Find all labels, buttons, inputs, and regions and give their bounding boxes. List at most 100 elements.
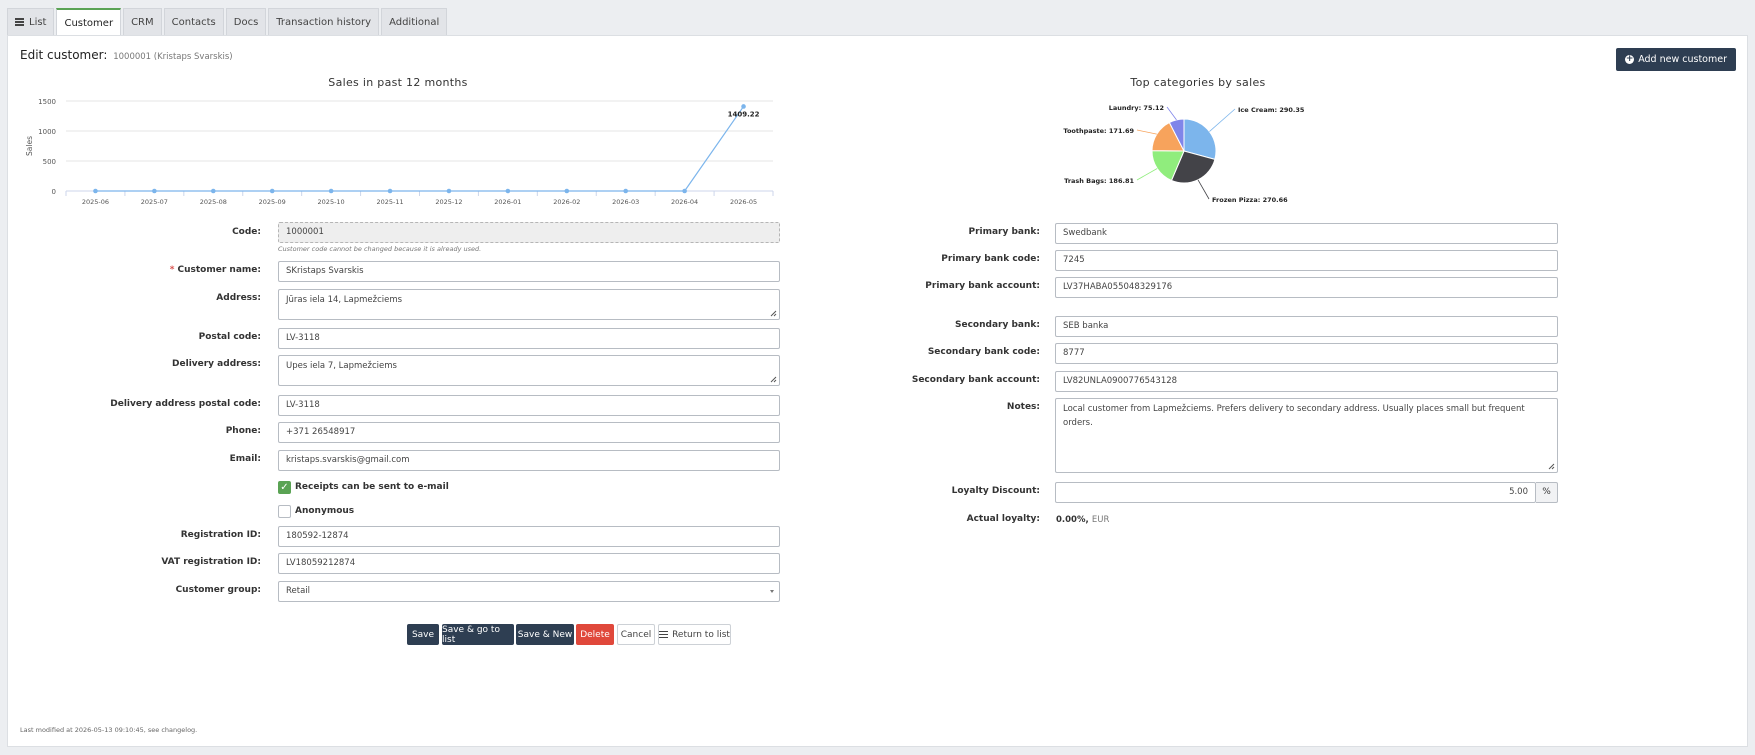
code-label: Code:: [232, 227, 261, 237]
required-marker: *: [169, 265, 175, 275]
tab-label: Customer: [64, 17, 114, 29]
add-new-customer-label: Add new customer: [1638, 54, 1727, 65]
pie-label: Trash Bags: 186.81: [1064, 177, 1134, 185]
data-point: [564, 188, 570, 194]
x-tick-label: 2026-05: [730, 198, 757, 206]
code-field: 1000001: [278, 222, 780, 243]
tab-label: Docs: [233, 16, 259, 28]
y-tick-label: 0: [52, 188, 56, 196]
x-tick-label: 2026-01: [494, 198, 521, 206]
primary-bank-code-input[interactable]: 7245: [1055, 250, 1558, 271]
primary-bank-account-label: Primary bank account:: [925, 281, 1040, 291]
notes-value: Local customer from Lapmežciems. Prefers…: [1063, 404, 1525, 428]
secondary-bank-account-label: Secondary bank account:: [911, 375, 1040, 385]
loyalty-discount-input[interactable]: 5.00: [1055, 482, 1536, 503]
save-new-button[interactable]: Save & New: [516, 624, 574, 645]
y-tick-label: 500: [43, 158, 56, 166]
email-input[interactable]: kristaps.svarskis@gmail.com: [278, 450, 780, 471]
data-point: [741, 104, 746, 109]
address-label: Address:: [216, 293, 261, 303]
data-point: [623, 188, 629, 194]
actual-loyalty-label: Actual loyalty:: [966, 514, 1040, 524]
x-tick-label: 2025-07: [141, 198, 168, 206]
vat-registration-id-label: VAT registration ID:: [161, 557, 261, 567]
data-point: [387, 188, 393, 194]
primary-bank-code-label: Primary bank code:: [941, 254, 1040, 264]
page-title: Edit customer: 1000001 (Kristaps Svarski…: [20, 48, 233, 62]
tab-label: List: [29, 16, 47, 28]
email-label: Email:: [229, 454, 261, 464]
tab-docs[interactable]: Docs: [225, 8, 267, 35]
add-new-customer-button[interactable]: + Add new customer: [1616, 48, 1736, 71]
customer-group-select[interactable]: Retail: [278, 581, 780, 602]
delete-button[interactable]: Delete: [576, 624, 614, 645]
phone-input[interactable]: +371 26548917: [278, 422, 780, 443]
delivery-postal-code-input[interactable]: LV-3118: [278, 395, 780, 416]
list-icon: [659, 629, 669, 640]
actual-loyalty-value: 0.00%,: [1056, 515, 1089, 525]
delivery-address-textarea[interactable]: Upes iela 7, Lapmežciems: [278, 355, 780, 386]
secondary-bank-account-input[interactable]: LV82UNLA0900776543128: [1055, 371, 1558, 392]
tab-customer[interactable]: Customer: [56, 8, 122, 36]
pie-label: Frozen Pizza: 270.66: [1212, 196, 1288, 204]
data-point: [682, 188, 687, 194]
y-axis-label: Sales: [25, 136, 34, 156]
registration-id-label: Registration ID:: [180, 530, 261, 540]
resize-grip-icon[interactable]: [769, 375, 777, 383]
tab-label: Contacts: [171, 16, 216, 28]
secondary-bank-input[interactable]: SEB banka: [1055, 316, 1558, 337]
x-tick-label: 2026-04: [671, 198, 698, 206]
chevron-down-icon: [770, 590, 774, 593]
resize-grip-icon[interactable]: [1547, 462, 1555, 470]
data-point: [269, 188, 275, 194]
page-subtitle: 1000001 (Kristaps Svarskis): [113, 52, 233, 62]
plus-icon: +: [1625, 54, 1635, 64]
cancel-button[interactable]: Cancel: [617, 624, 655, 645]
x-tick-label: 2025-06: [82, 198, 109, 206]
address-textarea[interactable]: Jūras iela 14, Lapmežciems: [278, 289, 780, 320]
tab-bar: List Customer CRM Contacts Docs Transact…: [7, 8, 449, 36]
postal-code-input[interactable]: LV-3118: [278, 328, 780, 349]
pie-connector: [1136, 168, 1158, 181]
save-go-to-list-button[interactable]: Save & go to list: [442, 624, 514, 645]
tab-transaction-history[interactable]: Transaction history: [268, 8, 380, 35]
categories-pie-chart: Ice Cream: 290.35 Frozen Pizza: 270.66 Tra…: [1063, 104, 1305, 204]
last-modified-text: Last modified at 2026-05-13 09:10:45, se…: [20, 726, 198, 734]
x-tick-label: 2025-12: [435, 198, 462, 206]
loyalty-discount-label: Loyalty Discount:: [951, 486, 1040, 496]
tab-additional[interactable]: Additional: [381, 8, 448, 35]
anonymous-label: Anonymous: [295, 506, 355, 516]
tab-label: Transaction history: [276, 16, 372, 28]
resize-grip-icon[interactable]: [769, 309, 777, 317]
anonymous-checkbox[interactable]: [278, 505, 291, 518]
pie-connector: [1136, 129, 1157, 135]
pie-connector: [1166, 106, 1177, 121]
tab-label: CRM: [131, 16, 154, 28]
phone-label: Phone:: [225, 426, 261, 436]
primary-bank-input[interactable]: Swedbank: [1055, 223, 1558, 244]
data-point: [210, 188, 216, 194]
tab-contacts[interactable]: Contacts: [163, 8, 224, 35]
pie-connector: [1197, 179, 1210, 200]
tab-list[interactable]: List: [7, 8, 55, 35]
customer-group-value: Retail: [286, 586, 311, 596]
secondary-bank-code-input[interactable]: 8777: [1055, 343, 1558, 364]
save-button[interactable]: Save: [407, 624, 439, 645]
pie-label: Toothpaste: 171.69: [1063, 127, 1134, 135]
tab-crm[interactable]: CRM: [123, 8, 162, 35]
list-icon: [15, 17, 24, 28]
x-tick-label: 2025-08: [200, 198, 227, 206]
primary-bank-account-input[interactable]: LV37HABA055048329176: [1055, 277, 1558, 298]
y-tick-label: 1500: [38, 98, 56, 106]
registration-id-input[interactable]: 180592-12874: [278, 526, 780, 547]
notes-textarea[interactable]: Local customer from Lapmežciems. Prefers…: [1055, 398, 1558, 473]
data-point: [152, 188, 157, 194]
return-to-list-button[interactable]: Return to list: [658, 624, 731, 645]
receipts-checkbox[interactable]: ✓: [278, 481, 291, 494]
data-point: [93, 188, 98, 194]
customer-name-input[interactable]: SKristaps Svarskis: [278, 261, 780, 282]
pie-label: Ice Cream: 290.35: [1238, 106, 1305, 114]
checkmark-icon: ✓: [280, 482, 289, 493]
sales-line-chart: 0 500 1000 1500 Sales 2025-06 2025-07 2025-08 20…: [25, 98, 774, 206]
vat-registration-id-input[interactable]: LV18059212874: [278, 553, 780, 574]
